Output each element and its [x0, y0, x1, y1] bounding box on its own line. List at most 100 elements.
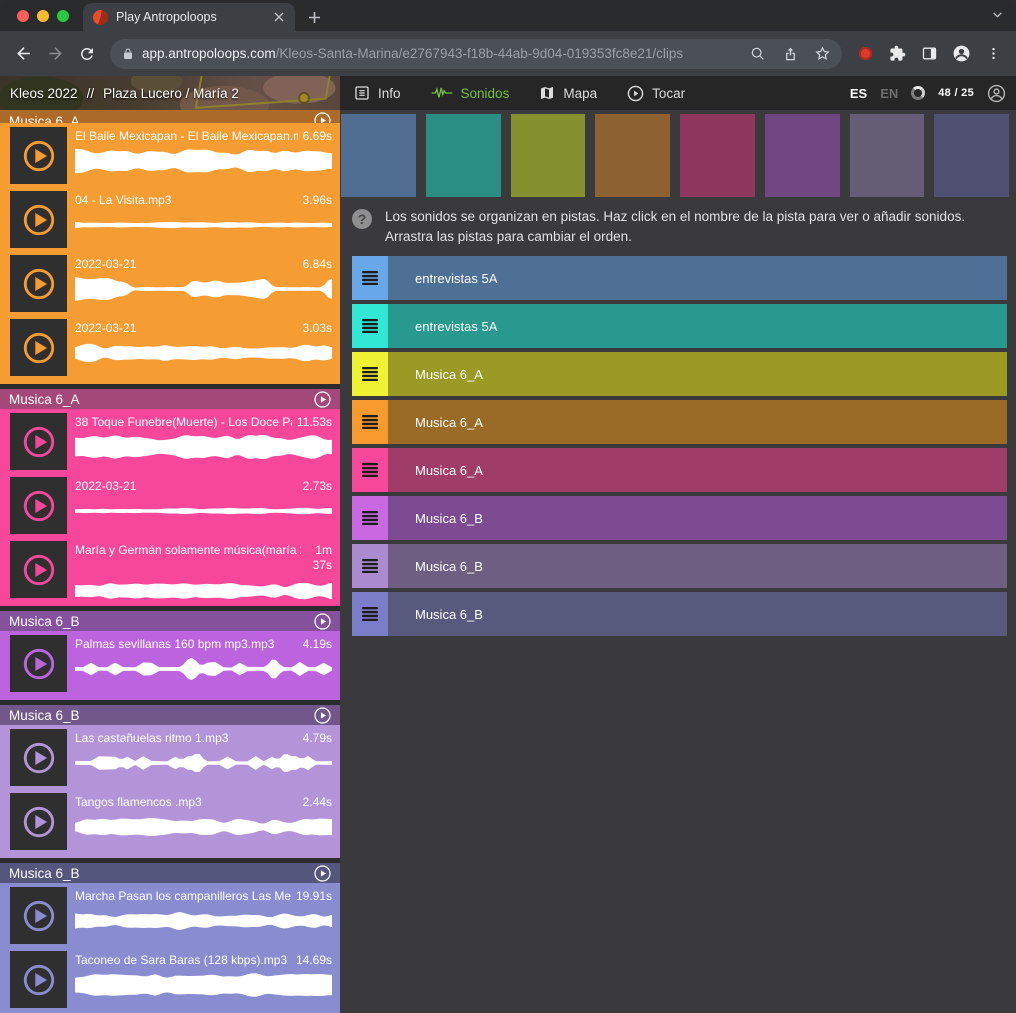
section-header[interactable]: Musica 6_B [0, 611, 340, 631]
track-name-button[interactable]: entrevistas 5A [388, 256, 1007, 300]
side-panel-icon[interactable] [914, 39, 944, 69]
track-row[interactable]: entrevistas 5A [352, 256, 1007, 300]
track-color-swatch[interactable] [595, 114, 670, 197]
account-icon[interactable] [987, 84, 1006, 103]
recording-extension-icon[interactable] [850, 39, 880, 69]
clip-row[interactable]: 2022-03-21 2.73s [0, 473, 340, 537]
track-drag-handle[interactable] [352, 400, 388, 444]
track-name-button[interactable]: entrevistas 5A [388, 304, 1007, 348]
clip-row[interactable]: Palmas sevillanas 160 bpm mp3.mp3 4.19s [0, 631, 340, 695]
track-name-button[interactable]: Musica 6_A [388, 448, 1007, 492]
back-button[interactable] [8, 39, 38, 69]
track-drag-handle[interactable] [352, 496, 388, 540]
clip-play-button[interactable] [10, 951, 67, 1008]
extensions-puzzle-icon[interactable] [882, 39, 912, 69]
track-name-button[interactable]: Musica 6_A [388, 400, 1007, 444]
track-row[interactable]: Musica 6_A [352, 352, 1007, 396]
clip-play-button[interactable] [10, 191, 67, 248]
clip-play-button[interactable] [10, 729, 67, 786]
track-name-button[interactable]: Musica 6_A [388, 352, 1007, 396]
track-drag-handle[interactable] [352, 592, 388, 636]
track-drag-handle[interactable] [352, 304, 388, 348]
track-row[interactable]: Musica 6_B [352, 544, 1007, 588]
forward-button[interactable] [40, 39, 70, 69]
track-name-button[interactable]: Musica 6_B [388, 496, 1007, 540]
clip-row[interactable]: Taconeo de Sara Baras (128 kbps).mp3 14.… [0, 947, 340, 1011]
nav-tab-tocar[interactable]: Tocar [627, 85, 685, 102]
track-drag-handle[interactable] [352, 448, 388, 492]
clip-play-button[interactable] [10, 477, 67, 534]
track-drag-handle[interactable] [352, 352, 388, 396]
clip-row[interactable]: 38 Toque Funebre(Muerte) - Los Doce Par.… [0, 409, 340, 473]
tab-search-chevron-icon[interactable] [991, 8, 1004, 21]
track-color-swatch[interactable] [934, 114, 1009, 197]
track-color-swatch[interactable] [765, 114, 840, 197]
profile-avatar-icon[interactable] [946, 39, 976, 69]
clip-row[interactable]: Marcha Pasan los campanilleros Las Mejor… [0, 883, 340, 947]
lang-es-button[interactable]: ES [850, 86, 867, 101]
url-text[interactable]: app.antropoloops.com/Kleos-Santa-Marina/… [142, 46, 738, 61]
clip-row[interactable]: 2022-03-21 6.84s [0, 251, 340, 315]
clip-play-button[interactable] [10, 793, 67, 850]
bookmark-star-icon[interactable] [810, 42, 834, 66]
section-header[interactable]: Musica 6_A [0, 389, 340, 409]
browser-tab[interactable]: Play Antropoloops [83, 3, 295, 31]
clip-row[interactable]: Las castañuelas ritmo 1.mp3 4.79s [0, 725, 340, 789]
share-icon[interactable] [778, 42, 802, 66]
track-drag-handle[interactable] [352, 256, 388, 300]
play-icon [20, 551, 58, 589]
breadcrumb-page[interactable]: Plaza Lucero / María 2 [103, 86, 239, 101]
clip-play-button[interactable] [10, 255, 67, 312]
clip-play-button[interactable] [10, 413, 67, 470]
clip-row[interactable]: 2022-03-21 3.03s [0, 315, 340, 379]
minimize-window-button[interactable] [37, 10, 49, 22]
track-row[interactable]: entrevistas 5A [352, 304, 1007, 348]
section-play-icon[interactable] [314, 865, 331, 882]
section-header[interactable]: Musica 6_A [0, 110, 340, 123]
clip-play-button[interactable] [10, 887, 67, 944]
breadcrumb[interactable]: Kleos 2022 // Plaza Lucero / María 2 [0, 76, 340, 110]
reload-button[interactable] [72, 39, 102, 69]
clip-row[interactable]: El Baile Mexicapan - El Baile Mexicapan.… [0, 123, 340, 187]
clip-main: 38 Toque Funebre(Muerte) - Los Doce Par.… [67, 409, 340, 462]
lang-en-button[interactable]: EN [880, 86, 898, 101]
zoom-icon[interactable] [746, 42, 770, 66]
track-color-swatch[interactable] [426, 114, 501, 197]
close-window-button[interactable] [17, 10, 29, 22]
track-row[interactable]: Musica 6_A [352, 400, 1007, 444]
track-row[interactable]: Musica 6_B [352, 496, 1007, 540]
clip-row[interactable]: 04 - La Visita.mp3 3.96s [0, 187, 340, 251]
track-drag-handle[interactable] [352, 544, 388, 588]
track-color-swatch[interactable] [680, 114, 755, 197]
section-play-icon[interactable] [314, 613, 331, 630]
clip-play-button[interactable] [10, 127, 67, 184]
clip-main: El Baile Mexicapan - El Baile Mexicapan.… [67, 123, 340, 176]
track-name-button[interactable]: Musica 6_B [388, 592, 1007, 636]
clip-play-button[interactable] [10, 541, 67, 598]
new-tab-button[interactable] [301, 4, 327, 30]
track-name-button[interactable]: Musica 6_B [388, 544, 1007, 588]
section-play-icon[interactable] [314, 112, 331, 123]
track-row[interactable]: Musica 6_B [352, 592, 1007, 636]
clip-play-button[interactable] [10, 635, 67, 692]
breadcrumb-project[interactable]: Kleos 2022 [10, 86, 78, 101]
section-header[interactable]: Musica 6_B [0, 863, 340, 883]
play-icon [20, 897, 58, 935]
track-color-swatch[interactable] [850, 114, 925, 197]
section-play-icon[interactable] [314, 391, 331, 408]
address-bar[interactable]: app.antropoloops.com/Kleos-Santa-Marina/… [110, 39, 842, 69]
track-row[interactable]: Musica 6_A [352, 448, 1007, 492]
clip-row[interactable]: María y Germán solamente música(maría 2.… [0, 537, 340, 601]
track-color-swatch[interactable] [511, 114, 586, 197]
tab-close-icon[interactable] [271, 9, 287, 25]
nav-tab-mapa[interactable]: Mapa [539, 85, 597, 101]
nav-tab-info[interactable]: Info [354, 85, 401, 101]
track-color-swatch[interactable] [341, 114, 416, 197]
section-header[interactable]: Musica 6_B [0, 705, 340, 725]
section-play-icon[interactable] [314, 707, 331, 724]
browser-menu-icon[interactable] [978, 39, 1008, 69]
clip-row[interactable]: Tangos flamencos .mp3 2.44s [0, 789, 340, 853]
nav-tab-sonidos[interactable]: Sonidos [431, 85, 510, 101]
fullscreen-window-button[interactable] [57, 10, 69, 22]
clip-play-button[interactable] [10, 319, 67, 376]
